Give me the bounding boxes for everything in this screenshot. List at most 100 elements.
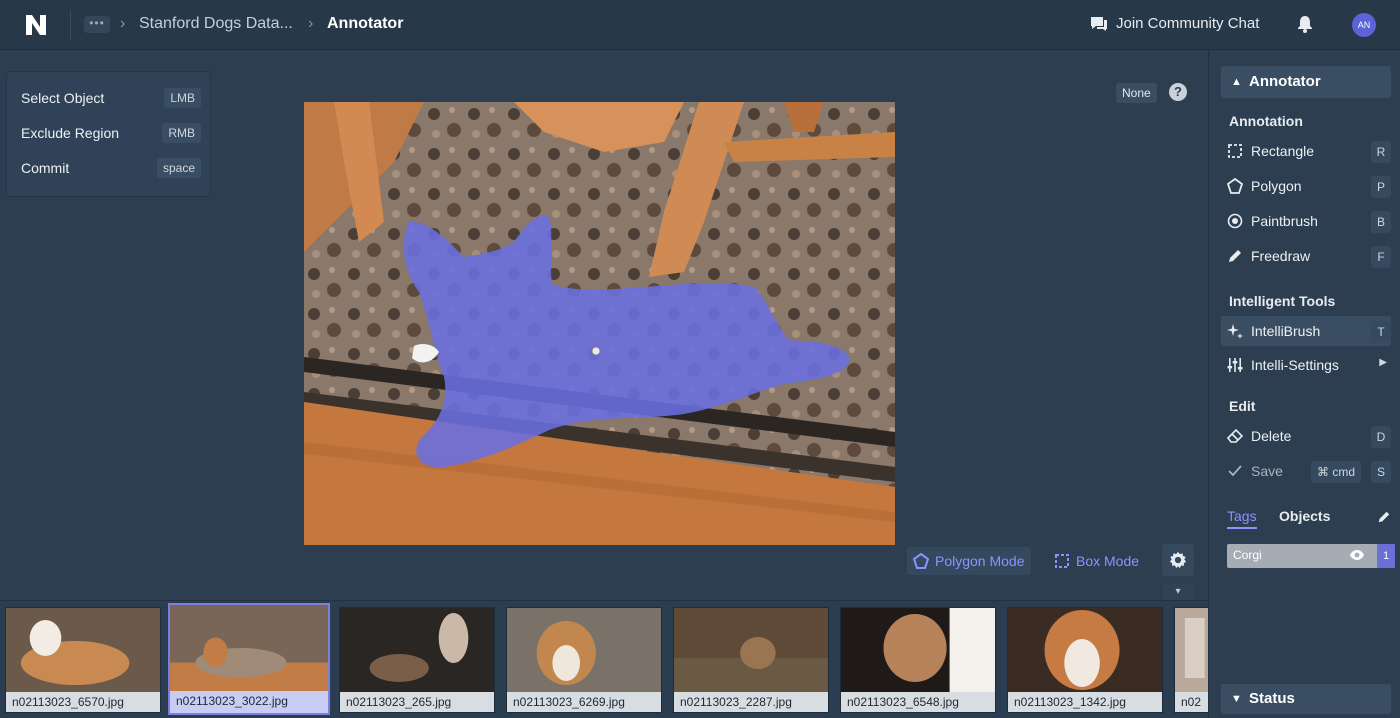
sliders-icon — [1227, 358, 1243, 372]
tool-label: Freedraw — [1251, 248, 1311, 264]
annotator-panel-header[interactable]: ▲ Annotator — [1221, 66, 1391, 98]
section-edit: Edit — [1229, 398, 1256, 414]
chevron-up-icon: ▲ — [1231, 76, 1242, 88]
annotator-panel: ▲ Annotator Annotation Rectangle R Polyg… — [1208, 50, 1400, 718]
status-panel-header[interactable]: ▼ Status — [1221, 684, 1391, 714]
shortcut-row: Select Object LMB — [21, 86, 201, 110]
shortcut-key: LMB — [164, 88, 201, 108]
polygon-mode-label: Polygon Mode — [935, 553, 1025, 569]
eraser-icon — [1227, 428, 1243, 443]
tags-objects-tabs: Tags Objects — [1227, 508, 1393, 532]
box-mode-button[interactable]: Box Mode — [1048, 547, 1145, 575]
save-button[interactable]: Save ⌘ cmd S — [1221, 456, 1391, 486]
delete-button[interactable]: Delete D — [1221, 421, 1391, 451]
thumbnail-image — [674, 608, 828, 692]
thumbnail[interactable]: n02113023_2287.jpg — [673, 607, 829, 713]
thumbnail-filename: n02113023_265.jpg — [340, 692, 494, 712]
thumbnail-image — [841, 608, 995, 692]
tool-paintbrush[interactable]: Paintbrush B — [1221, 206, 1391, 236]
checkmark-icon — [1228, 465, 1242, 477]
join-community-label: Join Community Chat — [1116, 15, 1260, 32]
label-filter-dropdown[interactable]: None — [1116, 83, 1157, 103]
chat-icon — [1091, 16, 1107, 31]
thumbnail[interactable]: n02113023_6269.jpg — [506, 607, 662, 713]
paintbrush-icon — [1227, 213, 1243, 229]
cmd-label: cmd — [1332, 465, 1355, 479]
shortcut-key: F — [1371, 246, 1391, 268]
thumbnail-filename: n02113023_6548.jpg — [841, 692, 995, 712]
tool-label: Save — [1251, 463, 1283, 479]
shortcut-panel: Select Object LMB Exclude Region RMB Com… — [6, 71, 211, 197]
tag-count: 1 — [1377, 544, 1395, 568]
shortcut-key: S — [1371, 461, 1391, 483]
polygon-icon — [913, 553, 929, 569]
shortcut-label: Exclude Region — [21, 125, 120, 141]
section-intelligent-tools: Intelligent Tools — [1229, 293, 1336, 309]
shortcut-key: T — [1371, 321, 1391, 343]
sparkle-icon — [1227, 324, 1243, 339]
tool-polygon[interactable]: Polygon P — [1221, 171, 1391, 201]
tool-rectangle[interactable]: Rectangle R — [1221, 136, 1391, 166]
status-title: Status — [1249, 690, 1295, 707]
rectangle-icon — [1228, 144, 1242, 158]
breadcrumb-current: Annotator — [327, 15, 404, 32]
thumbnail[interactable]: n02113023_265.jpg — [339, 607, 495, 713]
polygon-icon — [1227, 178, 1243, 194]
thumbnail-filename: n02113023_6570.jpg — [6, 692, 160, 712]
top-bar: ••• › Stanford Dogs Data... › Annotator … — [0, 0, 1400, 50]
eye-icon[interactable] — [1349, 549, 1365, 561]
thumbnail-image — [1175, 608, 1208, 692]
thumbnail-filename: n02113023_3022.jpg — [170, 691, 328, 713]
app-logo-icon[interactable] — [24, 13, 48, 37]
edit-pencil-icon[interactable] — [1377, 510, 1391, 524]
shortcut-label: Commit — [21, 160, 70, 176]
breadcrumb-dataset[interactable]: Stanford Dogs Data... — [139, 15, 293, 33]
tool-label: Rectangle — [1251, 143, 1315, 159]
canvas-settings-button[interactable] — [1162, 544, 1194, 576]
filmstrip: n02113023_6570.jpg n02113023_3022.jpg n0… — [0, 600, 1208, 718]
tab-objects[interactable]: Objects — [1279, 508, 1330, 524]
shortcut-label: Select Object — [21, 90, 105, 106]
avatar[interactable]: AN — [1352, 13, 1376, 37]
section-annotation: Annotation — [1229, 113, 1303, 129]
shortcut-key: space — [156, 158, 201, 178]
thumbnail-image — [1008, 608, 1162, 692]
shortcut-row: Commit space — [21, 156, 201, 180]
thumbnail[interactable]: n02113023_6570.jpg — [5, 607, 161, 713]
shortcut-key: B — [1371, 211, 1391, 233]
thumbnail-filename: n02113023_6269.jpg — [507, 692, 661, 712]
tool-label: Intelli-Settings — [1251, 357, 1339, 373]
tool-intellibrush[interactable]: IntelliBrush T — [1221, 316, 1391, 346]
thumbnail[interactable]: n02 — [1174, 607, 1208, 713]
panel-title: Annotator — [1249, 73, 1321, 90]
chevron-down-icon: ▼ — [1231, 693, 1242, 705]
chevron-right-icon: › — [120, 15, 126, 32]
thumbnail[interactable]: n02113023_6548.jpg — [840, 607, 996, 713]
thumbnail-filename: n02113023_1342.jpg — [1008, 692, 1162, 712]
tool-freedraw[interactable]: Freedraw F — [1221, 241, 1391, 271]
intelli-settings-item[interactable]: Intelli-Settings ▶ — [1221, 350, 1391, 380]
shortcut-row: Exclude Region RMB — [21, 121, 201, 145]
thumbnail-filename: n02 — [1175, 692, 1208, 712]
tag-row[interactable]: Corgi 1 — [1227, 544, 1395, 568]
chevron-right-icon: › — [308, 15, 314, 32]
polygon-mode-button[interactable]: Polygon Mode — [907, 547, 1031, 575]
tool-label: IntelliBrush — [1251, 323, 1321, 339]
annotation-canvas[interactable] — [304, 102, 895, 545]
box-mode-label: Box Mode — [1076, 553, 1140, 569]
thumbnail-selected[interactable]: n02113023_3022.jpg — [168, 603, 330, 715]
tool-label: Delete — [1251, 428, 1292, 444]
shortcut-key: R — [1371, 141, 1391, 163]
tag-name: Corgi — [1233, 548, 1262, 562]
tab-tags[interactable]: Tags — [1227, 508, 1257, 529]
filmstrip-toggle-button[interactable]: ▾ — [1163, 584, 1193, 600]
join-community-button[interactable]: Join Community Chat — [1090, 15, 1259, 32]
bell-icon[interactable] — [1297, 15, 1313, 33]
thumbnail[interactable]: n02113023_1342.jpg — [1007, 607, 1163, 713]
divider — [70, 10, 71, 40]
more-breadcrumbs-button[interactable]: ••• — [84, 16, 110, 33]
help-icon[interactable]: ? — [1169, 83, 1187, 101]
dog-photo-image[interactable] — [304, 102, 895, 545]
shortcut-key: RMB — [162, 123, 201, 143]
box-icon — [1055, 554, 1069, 568]
